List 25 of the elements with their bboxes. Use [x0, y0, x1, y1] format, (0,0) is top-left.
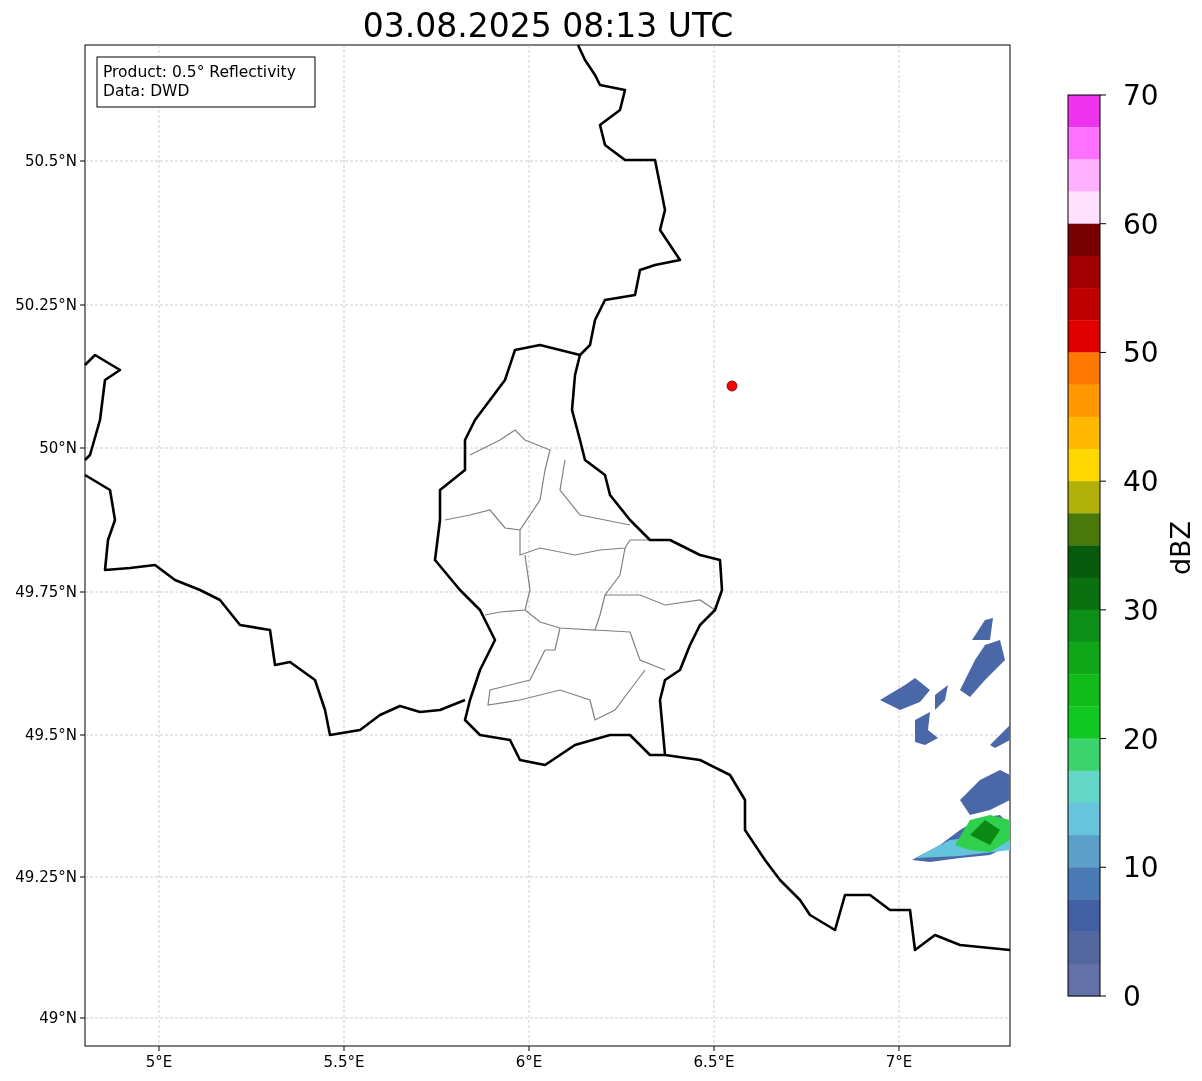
latitude-label: 49.25°N [15, 868, 77, 886]
colorbar-tick-label: 60 [1123, 207, 1159, 241]
colorbar-tick-label: 10 [1123, 851, 1159, 885]
colorbar-tick-label: 40 [1123, 465, 1159, 499]
longitude-label: 5.5°E [323, 1053, 365, 1071]
longitude-label: 7°E [885, 1053, 913, 1071]
info-text: Data: DWD [103, 82, 190, 100]
colorbar-tick-label: 30 [1123, 593, 1159, 627]
latitude-label: 49°N [39, 1009, 77, 1027]
colorbar-tick-label: 70 [1123, 79, 1159, 112]
colorbar-label: dBZ [1165, 520, 1196, 576]
latitude-label: 49.5°N [24, 726, 77, 744]
station-marker [726, 380, 738, 392]
latitude-label: 50.25°N [15, 296, 77, 314]
latitude-label: 49.75°N [15, 583, 77, 601]
longitude-label: 5°E [145, 1053, 173, 1071]
latitude-label: 50°N [39, 439, 77, 457]
latitude-label: 50.5°N [24, 152, 77, 170]
colorbar-tick-label: 0 [1123, 980, 1141, 1013]
chart-title: 03.08.2025 08:13 UTC [362, 6, 734, 45]
info-text: Product: 0.5° Reflectivity [103, 63, 296, 81]
colorbar-tick-label: 20 [1123, 722, 1159, 756]
longitude-label: 6°E [515, 1053, 543, 1071]
longitude-label: 6.5°E [693, 1053, 735, 1071]
colorbar-tick-label: 50 [1123, 336, 1159, 370]
